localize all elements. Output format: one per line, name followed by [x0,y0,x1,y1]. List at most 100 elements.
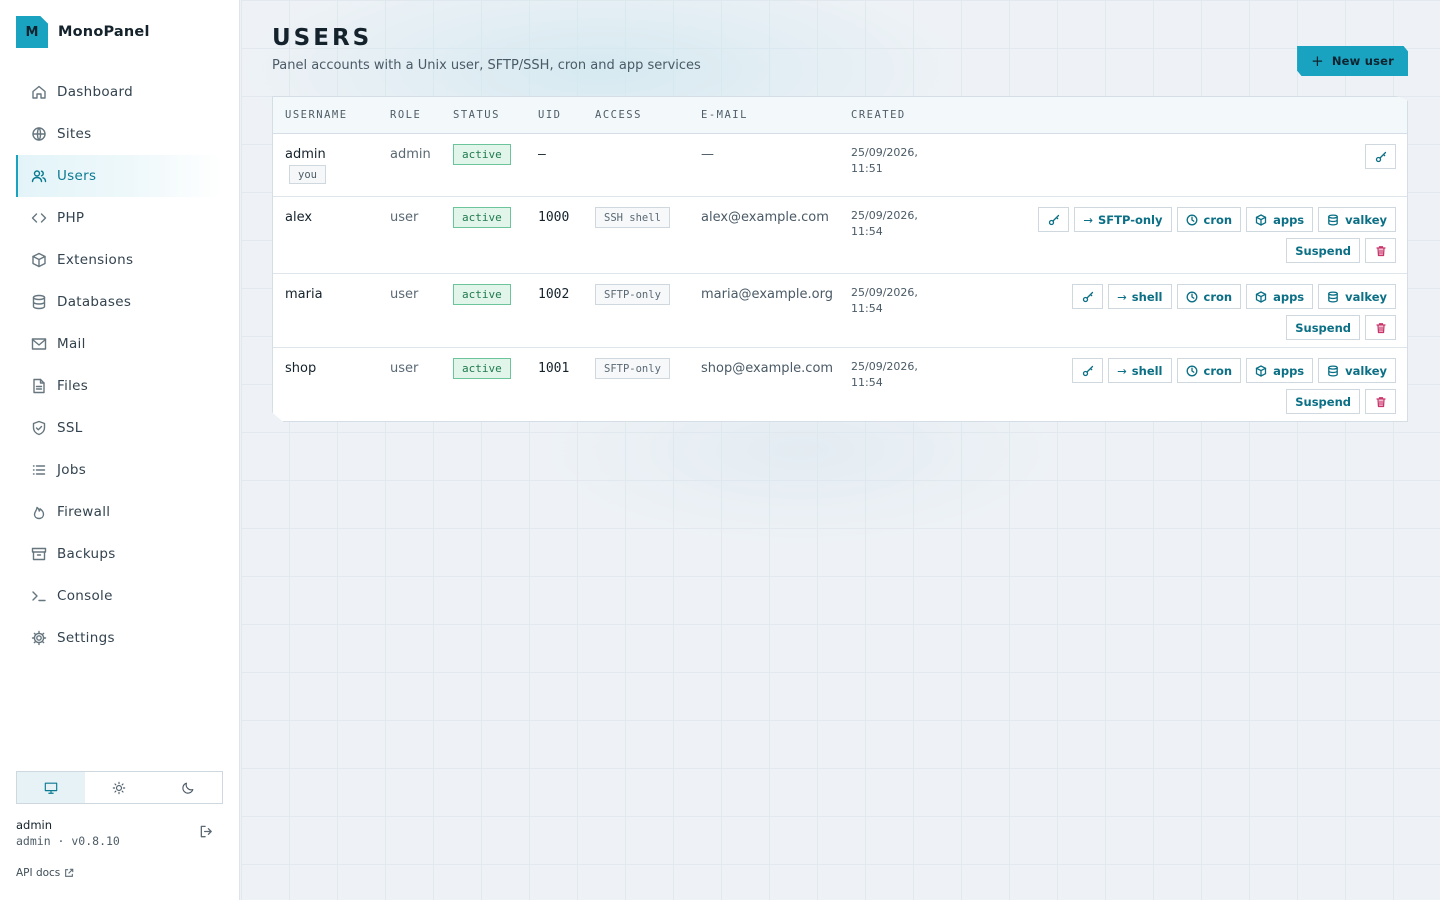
sidebar-item-mail[interactable]: Mail [16,323,223,365]
cron-button[interactable]: cron [1176,358,1242,383]
reset-password-button[interactable] [1072,284,1104,309]
sidebar-item-backups[interactable]: Backups [16,533,223,575]
access-badge: SFTP-only [595,284,670,305]
delete-button[interactable] [1365,238,1396,263]
sidebar-item-label: Settings [57,630,115,646]
sidebar-item-label: PHP [57,210,85,226]
sidebar-item-label: Mail [57,336,86,352]
theme-system-button[interactable] [17,772,86,803]
arrow-right-icon: → [1083,212,1093,227]
suspend-button[interactable]: Suspend [1286,315,1360,340]
sidebar-item-dashboard[interactable]: Dashboard [16,71,223,113]
valkey-button[interactable]: valkey [1318,207,1396,232]
sidebar-item-users[interactable]: Users [16,155,223,197]
switch-access-button[interactable]: → shell [1108,358,1172,383]
switch-access-button[interactable]: → shell [1108,284,1172,309]
sidebar-item-databases[interactable]: Databases [16,281,223,323]
new-user-button[interactable]: + New user [1297,46,1408,76]
sidebar-item-console[interactable]: Console [16,575,223,617]
theme-light-button[interactable] [85,772,153,803]
status-badge: active [453,144,511,165]
valkey-label: valkey [1345,363,1387,378]
created-date: 25/09/2026, [851,360,918,373]
suspend-button[interactable]: Suspend [1286,389,1360,414]
clock-icon [1186,365,1197,376]
username: alex [285,210,313,225]
you-badge: you [289,165,326,184]
code-icon [30,210,47,227]
created-time: 11:54 [851,376,883,389]
sidebar-nav: Dashboard Sites Users PHP Extensions Dat… [16,71,223,659]
mail-icon [30,336,47,353]
created: 25/09/2026, 11:54 [851,285,918,317]
api-docs-link[interactable]: API docs [16,867,74,879]
created: 25/09/2026, 11:54 [851,208,918,240]
valkey-button[interactable]: valkey [1318,358,1396,383]
database-icon [1328,213,1339,226]
cron-button[interactable]: cron [1176,284,1242,309]
trash-icon [1375,322,1386,333]
suspend-button[interactable]: Suspend [1286,238,1360,263]
apps-button[interactable]: apps [1246,358,1314,383]
created-time: 11:51 [851,162,883,175]
row-actions: → shell cron apps valkey Suspend [996,284,1396,340]
cron-label: cron [1203,212,1233,227]
sidebar: M MonoPanel Dashboard Sites Users PHP Ex… [0,0,240,900]
table-row: shop user active 1001 SFTP-only shop@exa… [273,348,1407,422]
shield-icon [30,420,47,437]
valkey-button[interactable]: valkey [1318,284,1396,309]
created-time: 11:54 [851,302,883,315]
apps-button[interactable]: apps [1246,284,1314,309]
delete-button[interactable] [1365,389,1396,414]
sidebar-item-firewall[interactable]: Firewall [16,491,223,533]
created-date: 25/09/2026, [851,146,918,159]
database-icon [1328,290,1339,303]
trash-icon [1375,396,1386,407]
arrow-right-icon: → [1117,289,1127,304]
email: maria@example.org [701,287,833,302]
cron-label: cron [1203,289,1233,304]
sidebar-item-jobs[interactable]: Jobs [16,449,223,491]
clock-icon [1186,214,1197,225]
current-user-name: admin [16,818,53,832]
brand-name: MonoPanel [58,24,150,40]
cron-button[interactable]: cron [1176,207,1242,232]
uid: 1002 [538,287,570,302]
list-icon [30,462,47,479]
role: user [390,361,419,376]
valkey-label: valkey [1345,212,1387,227]
key-icon [1375,151,1386,162]
table-row: admin you admin active — — 25/09/2026, 1… [273,134,1407,197]
cube-icon [1255,364,1267,377]
sidebar-item-ssl[interactable]: SSL [16,407,223,449]
apps-label: apps [1273,363,1305,378]
column-header-status: STATUS [453,109,500,121]
delete-button[interactable] [1365,315,1396,340]
cron-label: cron [1203,363,1233,378]
username: maria [285,287,323,302]
reset-password-button[interactable] [1038,207,1070,232]
sidebar-item-settings[interactable]: Settings [16,617,223,659]
theme-dark-button[interactable] [154,772,222,803]
users-icon [30,168,47,185]
sidebar-item-files[interactable]: Files [16,365,223,407]
sidebar-item-php[interactable]: PHP [16,197,223,239]
sidebar-item-label: Files [57,378,89,394]
reset-password-button[interactable] [1072,358,1104,383]
logout-button[interactable] [199,824,217,842]
email: shop@example.com [701,361,834,376]
sidebar-item-label: Backups [57,546,116,562]
switch-access-button[interactable]: → SFTP-only [1074,207,1172,232]
uid: 1000 [538,210,570,225]
apps-button[interactable]: apps [1246,207,1314,232]
sidebar-item-label: SSL [57,420,83,436]
brand[interactable]: M MonoPanel [16,16,150,48]
clock-icon [1186,291,1197,302]
key-icon [1082,291,1093,302]
logout-icon [200,825,212,838]
column-header-role: ROLE [390,109,422,121]
sidebar-item-extensions[interactable]: Extensions [16,239,223,281]
reset-password-button[interactable] [1365,144,1396,169]
sidebar-item-sites[interactable]: Sites [16,113,223,155]
cube-icon [1255,290,1267,303]
